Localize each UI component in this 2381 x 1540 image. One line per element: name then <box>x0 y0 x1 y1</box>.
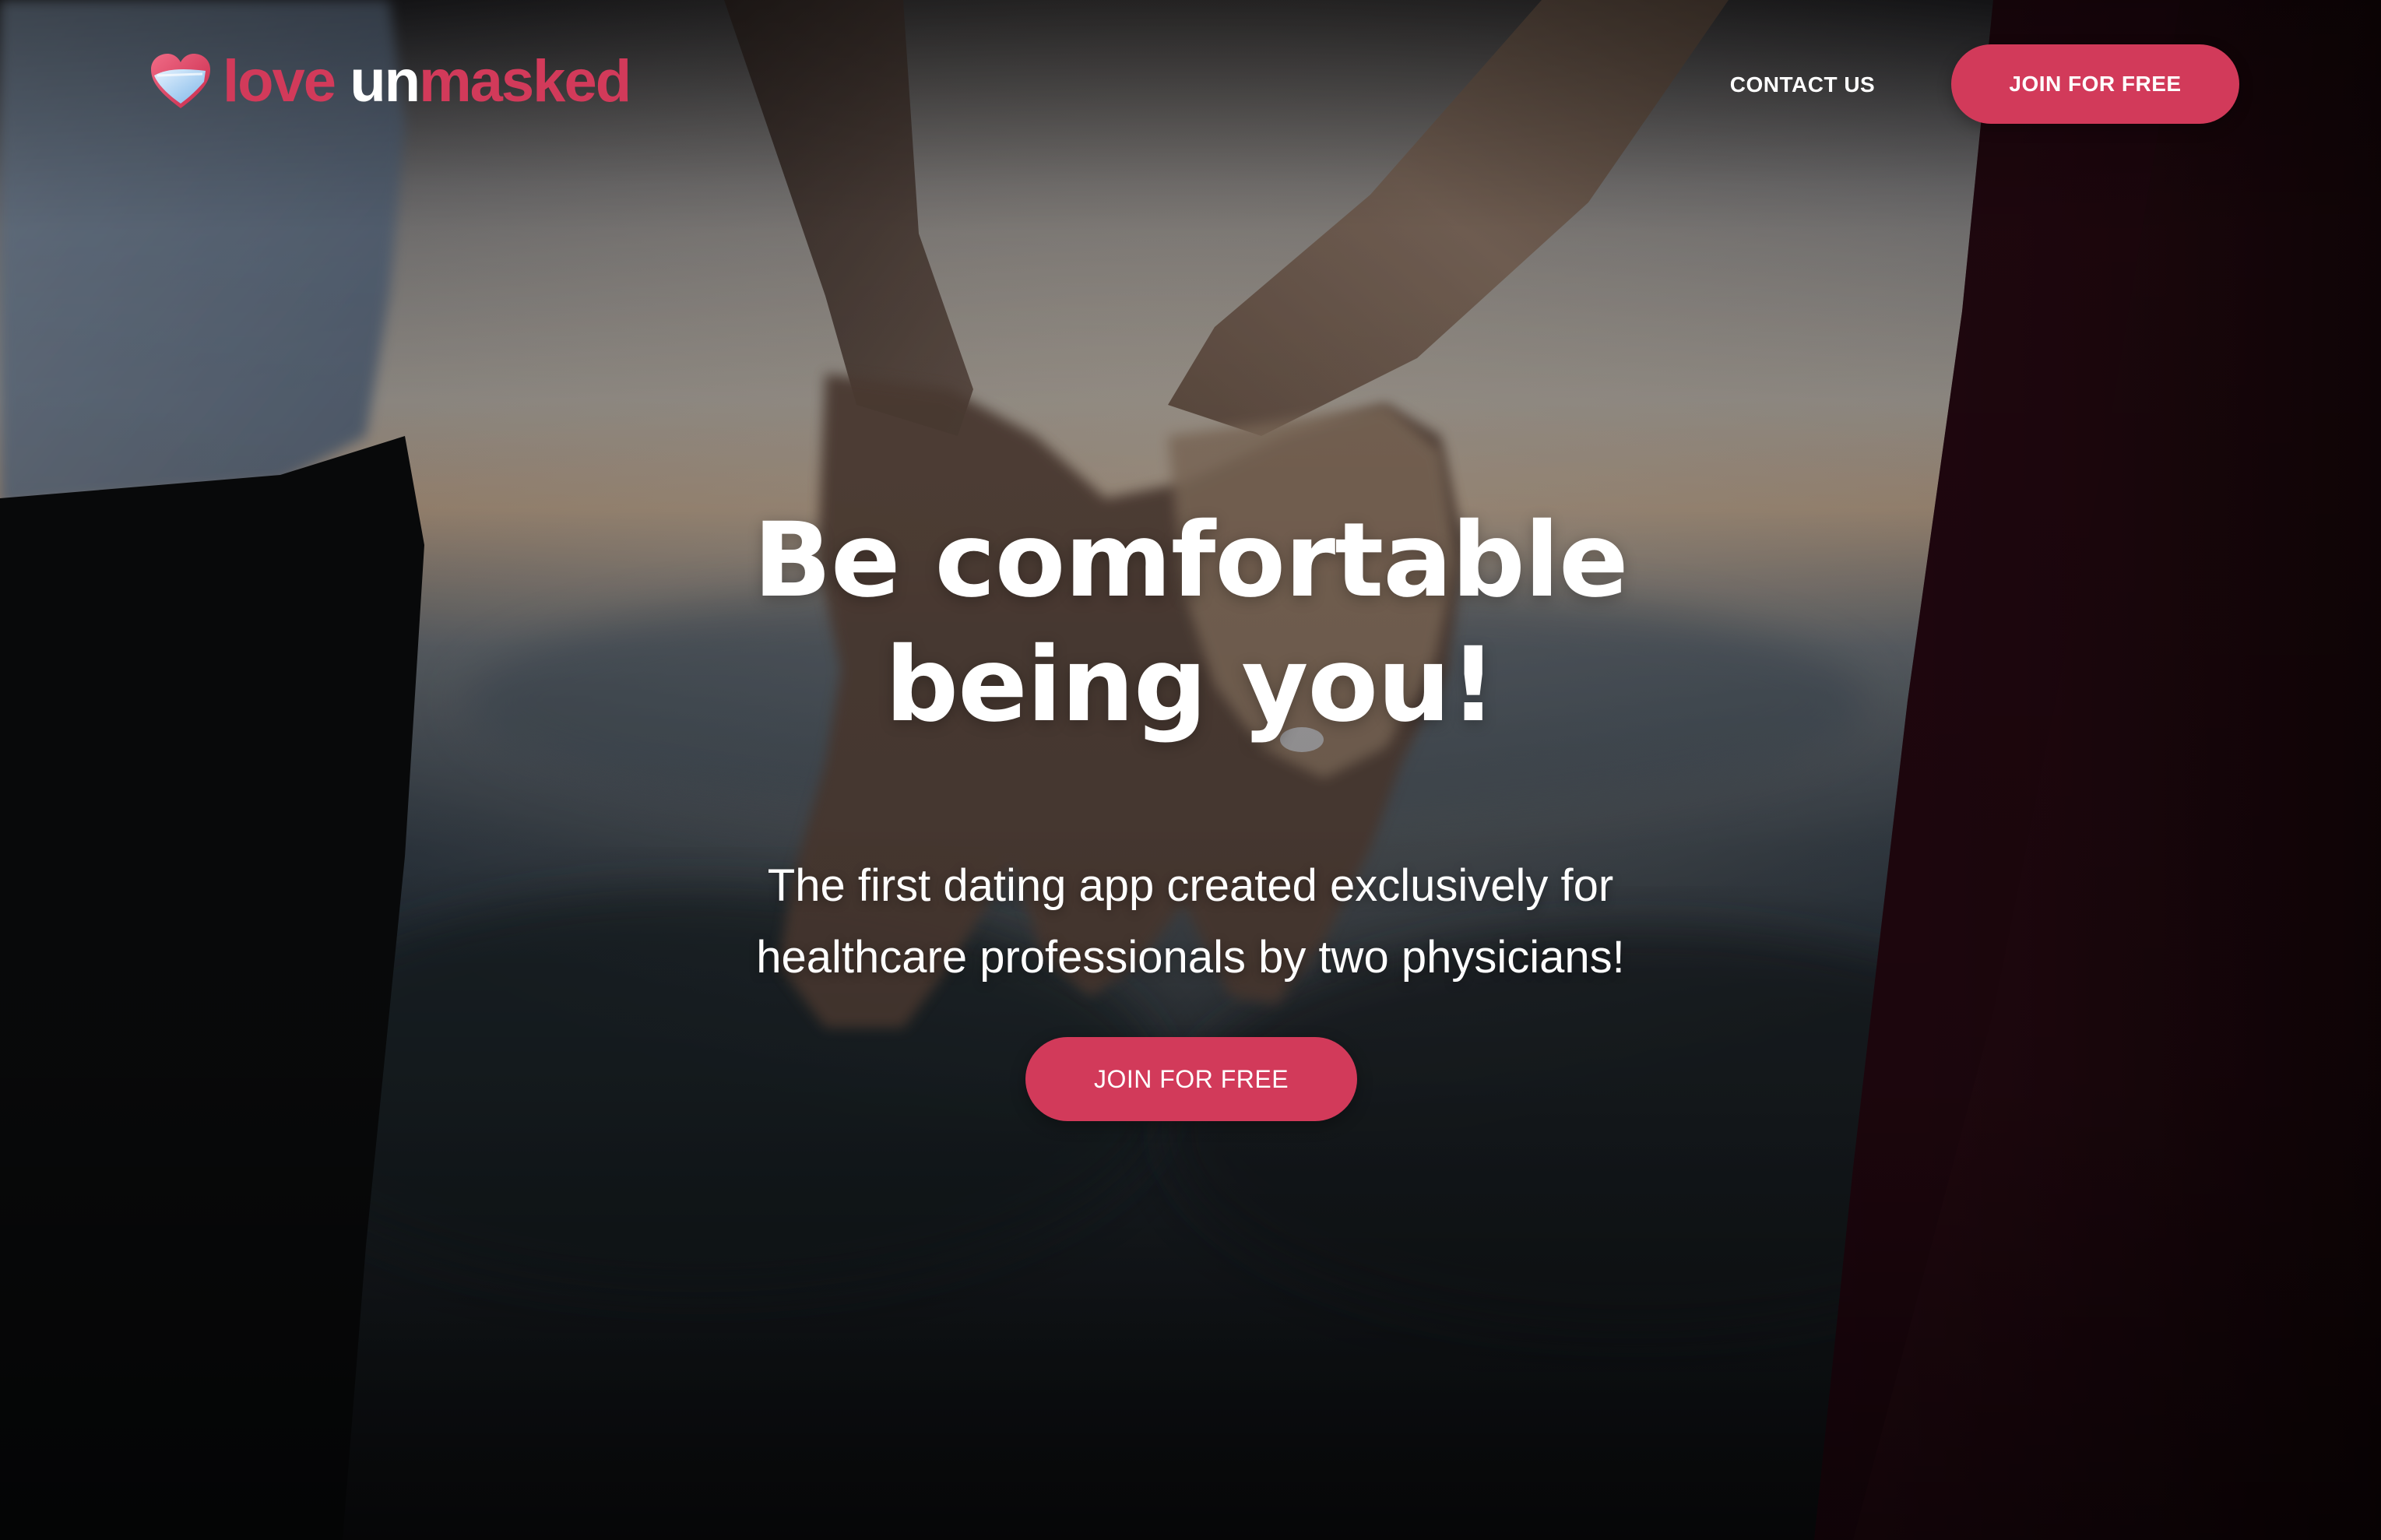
brand-wordmark: love unmasked <box>223 52 631 111</box>
brand-word-love: love <box>223 48 350 114</box>
heart-mask-icon <box>151 54 210 108</box>
hero-subtitle-line2: healthcare professionals by two physicia… <box>756 932 1625 983</box>
hero-join-button[interactable]: JOIN FOR FREE <box>1025 1037 1357 1121</box>
hero-title-line2: being you! <box>885 625 1497 745</box>
hero-title-line1: Be comfortable <box>753 501 1628 621</box>
contact-us-link[interactable]: CONTACT US <box>1705 65 1900 104</box>
brand-logo[interactable]: love unmasked <box>149 47 631 117</box>
hero-background-image <box>0 0 2381 1540</box>
site-header: love unmasked CONTACT US JOIN FOR FREE <box>0 0 2381 163</box>
brand-word-un: un <box>350 48 420 114</box>
hero-title: Be comfortable being you! <box>645 498 1736 747</box>
hero-subtitle-line1: The first dating app created exclusively… <box>767 860 1614 911</box>
landing-page: love unmasked CONTACT US JOIN FOR FREE B… <box>0 0 2381 1540</box>
hero-subtitle: The first dating app created exclusively… <box>645 850 1736 993</box>
header-join-button[interactable]: JOIN FOR FREE <box>1951 44 2239 124</box>
brand-word-masked: masked <box>419 48 631 114</box>
